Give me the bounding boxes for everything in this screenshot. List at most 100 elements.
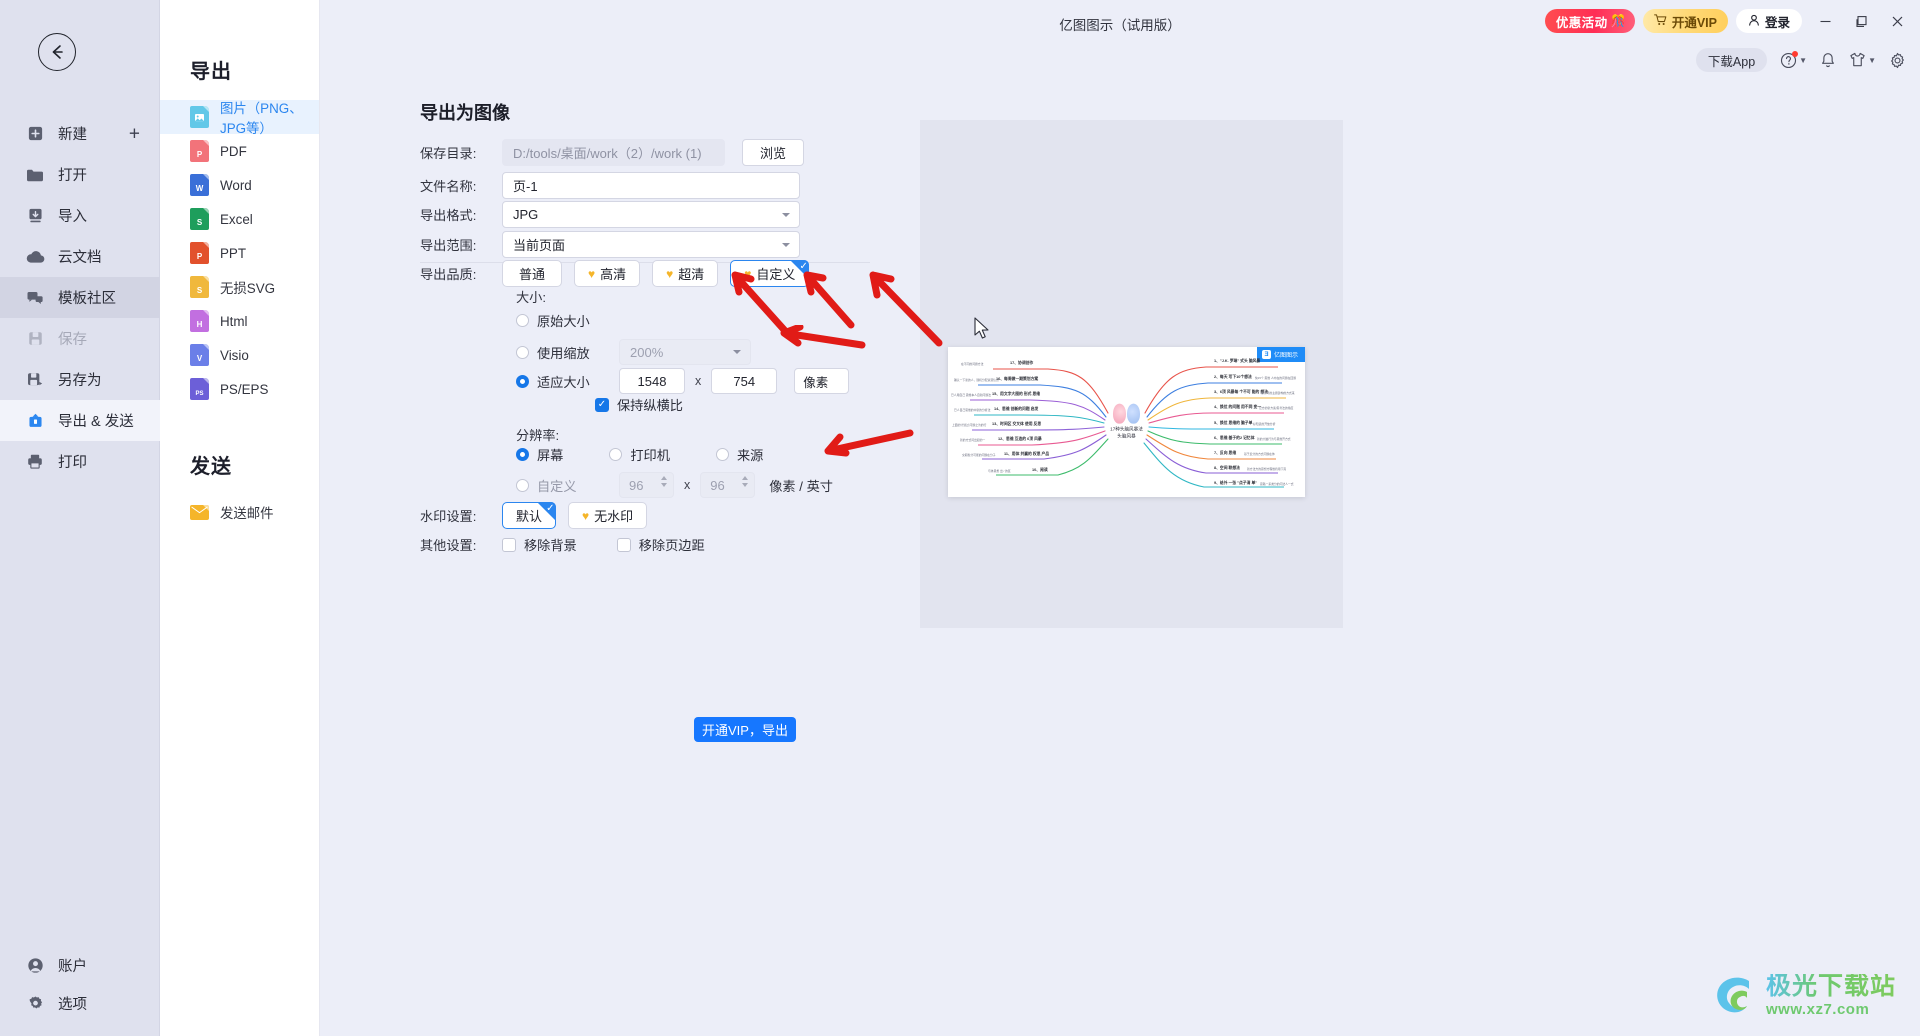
resolution-printer-label: 打印机 — [630, 448, 670, 463]
dpi-unit-label: 像素 / 英寸 — [769, 478, 833, 494]
save-dir-input[interactable]: D:/tools/桌面/work（2）/work (1) — [502, 139, 725, 166]
preview-thumbnail[interactable]: Ǝ 亿图图示 17种头脑风暴法 头脑风暴 17、协调创作 在不同的问题方法 16… — [948, 347, 1305, 497]
quality-option-uhd[interactable]: ♥ 超清 — [652, 260, 719, 287]
nav-item-excel[interactable]: S Excel — [160, 202, 319, 236]
sidebar-item-save-as[interactable]: 另存为 — [0, 359, 160, 400]
sidebar-item-options[interactable]: 选项 — [0, 984, 160, 1022]
chevron-down-icon — [782, 242, 790, 247]
sidebar-item-export-send[interactable]: 导出 & 发送 — [0, 400, 160, 441]
nav-item-label: 图片（PNG、JPG等） — [220, 101, 303, 136]
nav-item-ps-eps[interactable]: PS PS/EPS — [160, 372, 319, 406]
vip-label: 开通VIP — [1671, 15, 1717, 30]
branch-sublabel: 快15个 思维 人内在的问题在回题 — [1255, 376, 1297, 380]
crown-icon: ♥ — [588, 266, 596, 281]
nav-item-pdf[interactable]: P PDF — [160, 134, 319, 168]
quality-option-hd[interactable]: ♥ 高清 — [574, 260, 641, 287]
dpi-y-stepper[interactable]: 96 — [700, 472, 756, 498]
format-label: 导出格式: — [420, 208, 477, 223]
minimize-button[interactable] — [1812, 8, 1838, 34]
branch-sublabel: 基于环的主题建构的方式来 — [1261, 391, 1295, 395]
sidebar-item-new[interactable]: 新建 + — [0, 113, 160, 154]
resolution-screen-radio[interactable] — [516, 448, 529, 461]
stepper-arrows[interactable] — [661, 476, 667, 487]
quality-label-text: 超清 — [678, 267, 705, 282]
nav-item-word[interactable]: W Word — [160, 168, 319, 202]
gift-icon: 🎊 — [1610, 14, 1626, 28]
export-vip-button[interactable]: 开通VIP，导出 — [694, 717, 796, 742]
height-input[interactable] — [711, 368, 778, 394]
format-select[interactable]: JPG — [502, 201, 800, 228]
stepper-arrows[interactable] — [742, 476, 749, 487]
branch-sublabel: 思路一系类分的问法人一式 — [1260, 482, 1294, 486]
sidebar-item-import[interactable]: 导入 — [0, 195, 160, 236]
nav-item-send-mail[interactable]: 发送邮件 — [160, 495, 319, 529]
cloud-icon — [24, 246, 46, 268]
sidebar-item-template-community[interactable]: 模板社区 — [0, 277, 160, 318]
cart-icon — [1653, 13, 1667, 29]
quality-option-normal[interactable]: 普通 — [502, 260, 562, 287]
mindmap-center-node: 17种头脑风暴法 头脑风暴 — [1096, 403, 1158, 441]
branch-sublabel: 新的大脑行为与思维开方式 — [1257, 437, 1291, 441]
branch-sublabel: 已人用自己 思维本人自新问题法 — [951, 393, 991, 397]
branch-label: 1、"J.K. 罗琳" 式头 脑风暴 — [1214, 359, 1261, 363]
promo-label: 优惠活动 — [1555, 15, 1608, 30]
sidebar-item-print[interactable]: 打印 — [0, 441, 160, 482]
filename-label: 文件名称: — [420, 179, 477, 194]
nav-item-visio[interactable]: V Visio — [160, 338, 319, 372]
login-button[interactable]: 登录 — [1735, 9, 1802, 33]
sidebar-item-open[interactable]: 打开 — [0, 154, 160, 195]
watermark-option-default[interactable]: 默认 ✓ — [502, 502, 557, 529]
nav-item-image[interactable]: 图片（PNG、JPG等） — [160, 100, 319, 136]
save-dir-label: 保存目录: — [420, 146, 477, 161]
quality-option-custom[interactable]: ♥ 自定义 ✓ — [730, 260, 810, 287]
maximize-button[interactable] — [1848, 8, 1874, 34]
watermark-option-none[interactable]: ♥ 无水印 — [568, 502, 648, 529]
branch-label: 15、用文字大图的 形式 思维 — [992, 392, 1041, 396]
remove-margin-checkbox[interactable] — [616, 537, 631, 552]
scale-select[interactable]: 200% — [619, 339, 751, 365]
back-arrow-icon — [52, 45, 63, 59]
size-fit-radio[interactable] — [516, 374, 529, 388]
browse-button[interactable]: 浏览 — [742, 139, 804, 166]
range-select[interactable]: 当前页面 — [502, 231, 800, 258]
sidebar-item-label: 打印 — [58, 455, 87, 471]
open-vip-button[interactable]: 开通VIP — [1642, 9, 1728, 33]
dpi-x-stepper[interactable]: 96 — [619, 472, 674, 498]
branch-sublabel: 新的方式问出起的一 — [960, 438, 986, 442]
width-input[interactable] — [619, 368, 685, 394]
new-file-icon — [24, 123, 46, 145]
svg-file-icon: S — [190, 276, 209, 298]
branch-label: 11、用体 共赢的 权思 产品 — [1004, 452, 1050, 456]
size-scale-radio[interactable] — [516, 345, 529, 359]
chevron-down-icon — [733, 350, 741, 354]
keep-ratio-checkbox[interactable]: ✓ — [595, 397, 609, 412]
back-button[interactable] — [38, 33, 76, 71]
quality-label-text: 普通 — [518, 267, 545, 282]
promo-button[interactable]: 优惠活动 🎊 — [1544, 9, 1635, 33]
sidebar-item-label: 保存 — [58, 332, 87, 348]
dpi-x-value: 96 — [629, 477, 644, 493]
sidebar-item-label: 打开 — [58, 168, 87, 184]
keep-ratio-label: 保持纵横比 — [617, 398, 683, 413]
remove-background-checkbox[interactable] — [502, 537, 516, 552]
resolution-source-radio[interactable] — [715, 448, 729, 461]
nav-item-ppt[interactable]: P PPT — [160, 236, 319, 270]
resolution-custom-radio[interactable] — [516, 478, 529, 492]
branch-label: 8、空间 联想法 — [1214, 466, 1240, 470]
nav-item-label: 发送邮件 — [220, 506, 274, 521]
filename-input[interactable]: 页-1 — [502, 172, 800, 199]
nav-item-html[interactable]: H Html — [160, 304, 319, 338]
nav-item-svg[interactable]: S 无损SVG — [160, 270, 319, 304]
sidebar-item-account[interactable]: 账户 — [0, 946, 160, 984]
add-new-button[interactable]: + — [129, 124, 140, 143]
branch-label: 13、时间区 交叉体 使用 反思 — [992, 422, 1042, 426]
sidebar-item-label: 另存为 — [58, 373, 102, 389]
unit-value: 像素 — [803, 375, 829, 390]
sidebar-item-cloud[interactable]: 云文档 — [0, 236, 160, 277]
nav-item-label: Excel — [220, 211, 253, 227]
resolution-printer-radio[interactable] — [609, 448, 623, 461]
close-button[interactable] — [1884, 8, 1910, 34]
resolution-custom-label: 自定义 — [537, 478, 577, 494]
unit-select[interactable]: 像素 — [794, 368, 850, 394]
size-original-radio[interactable] — [516, 314, 529, 327]
